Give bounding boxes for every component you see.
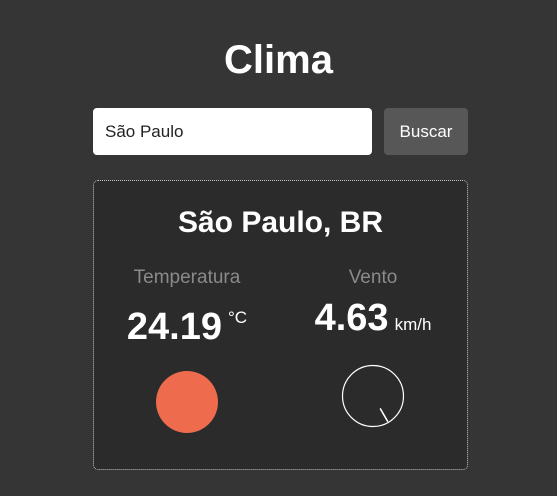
temperature-label: Temperatura — [133, 267, 241, 288]
temperature-value: 24.19 — [126, 306, 222, 348]
temperature-unit: °C — [228, 308, 248, 327]
wind-direction-gauge — [341, 364, 405, 428]
wind-readout: 4.63 km/h — [280, 295, 466, 349]
search-input[interactable] — [93, 108, 372, 155]
wind-label: Vento — [348, 267, 398, 288]
wind-direction-needle — [379, 408, 389, 422]
city-name: São Paulo, BR — [177, 206, 384, 239]
wind-value: 4.63 — [314, 297, 389, 339]
search-button[interactable]: Buscar — [384, 108, 468, 155]
temperature-indicator — [156, 371, 218, 433]
weather-card: São Paulo, BR Temperatura 24.19 °C Vento … — [93, 180, 468, 470]
wind-gauge-dial — [341, 364, 405, 428]
app-title: Clima — [224, 38, 333, 82]
temperature-readout: 24.19 °C — [94, 295, 280, 358]
wind-unit: km/h — [394, 315, 432, 334]
